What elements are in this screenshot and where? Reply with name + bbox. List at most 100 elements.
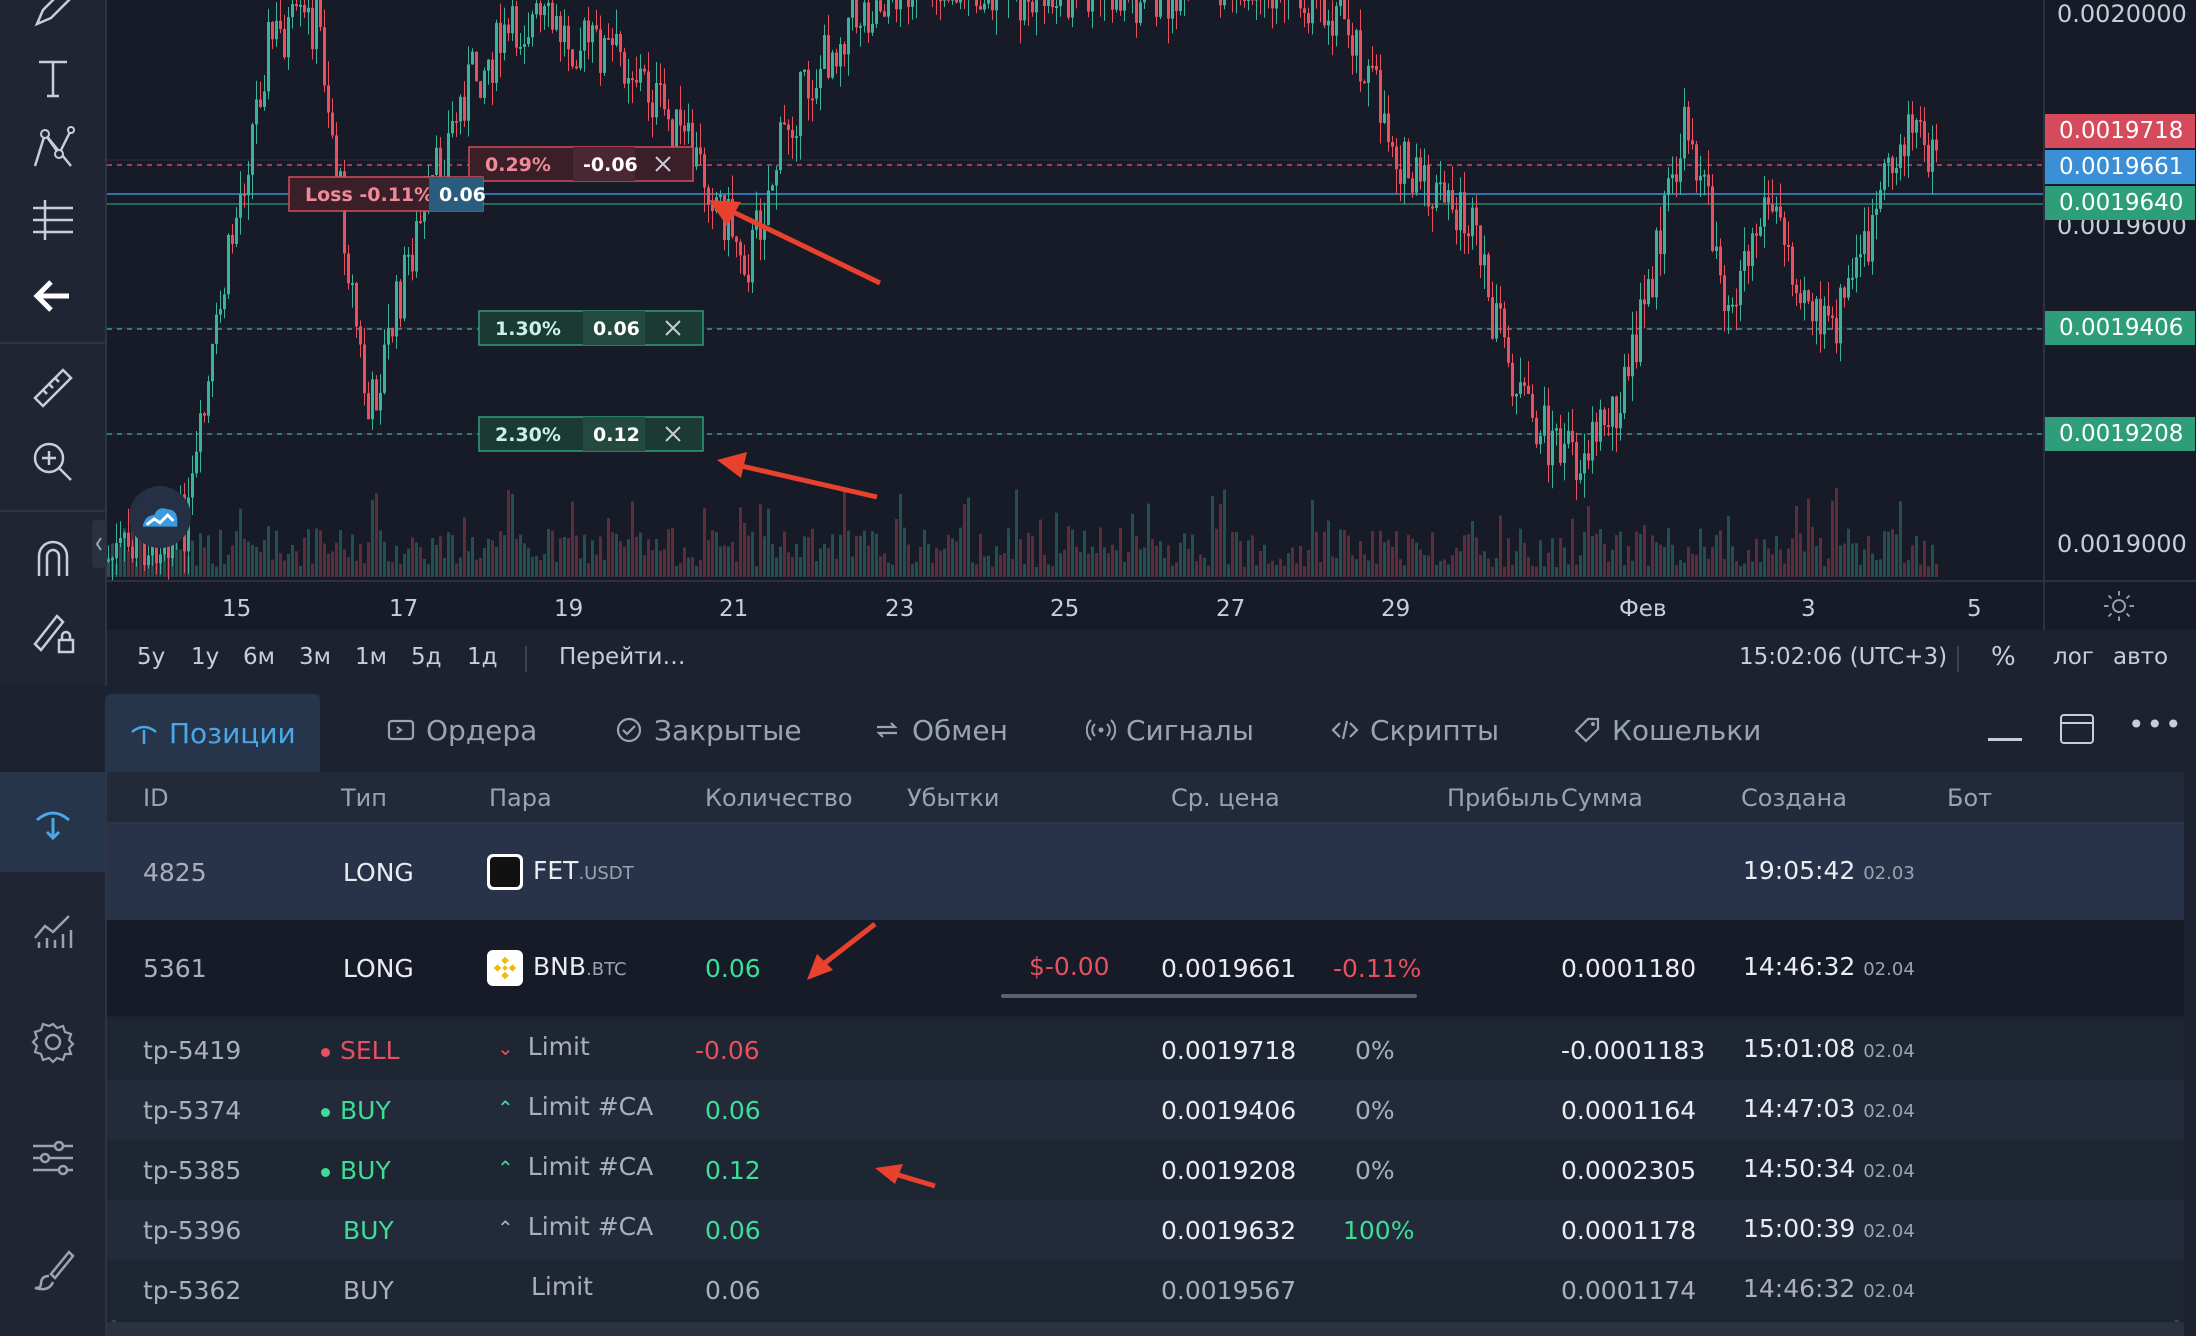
volume-bar bbox=[371, 500, 374, 577]
range-1m[interactable]: 1м bbox=[355, 644, 387, 670]
volume-bar bbox=[1679, 559, 1682, 577]
tab-scripts[interactable]: Скрипты bbox=[1330, 700, 1499, 760]
volume-bar bbox=[935, 547, 938, 577]
time-label: 25 bbox=[1050, 596, 1080, 622]
minimize-icon[interactable] bbox=[1988, 738, 2022, 741]
pen-icon[interactable] bbox=[18, 0, 88, 36]
range-6m[interactable]: 6м bbox=[243, 644, 275, 670]
col-quantity[interactable]: Количество bbox=[705, 784, 853, 812]
tab-exchange[interactable]: Обмен bbox=[872, 700, 1008, 760]
text-tool-icon[interactable] bbox=[18, 50, 88, 106]
range-5y[interactable]: 5y bbox=[137, 644, 165, 670]
candle-body bbox=[871, 23, 874, 33]
candle-body bbox=[1071, 0, 1074, 18]
zoom-in-icon[interactable] bbox=[18, 434, 88, 490]
maximize-icon[interactable] bbox=[2060, 714, 2094, 744]
table-row[interactable]: tp-5374 BUY ⌃ Limit #CA 0.06 0.0019406 0%… bbox=[107, 1080, 2184, 1140]
more-options-icon[interactable]: ••• bbox=[2128, 708, 2184, 741]
long-short-tool-icon[interactable] bbox=[18, 192, 88, 248]
auto-scale-toggle[interactable]: авто bbox=[2113, 644, 2168, 670]
tab-wallets[interactable]: Кошельки bbox=[1572, 700, 1761, 760]
chart-line-icon[interactable] bbox=[0, 878, 105, 978]
volume-bar bbox=[595, 554, 598, 577]
clock-timezone[interactable]: 15:02:06 (UTC+3) bbox=[1739, 644, 1947, 670]
table-row[interactable]: 4825 LONG FET.USDT 19:05:42 02.03 bbox=[107, 824, 2184, 920]
volume-bar bbox=[655, 538, 658, 577]
volume-bar bbox=[603, 559, 606, 577]
pair-quote: .BTC bbox=[586, 959, 627, 980]
price-chart[interactable]: 0.29% -0.06 Loss -0.11% 0.06 1.30% 0.06 2.30% 0… bbox=[107, 0, 2043, 580]
time-axis[interactable]: 15 17 19 21 23 25 27 29 Фев 3 5 bbox=[107, 580, 2043, 632]
candle-body bbox=[835, 52, 838, 67]
brush-icon[interactable] bbox=[0, 1220, 105, 1320]
col-avg-price[interactable]: Ср. цена bbox=[1171, 784, 1280, 812]
positions-nav-icon[interactable] bbox=[0, 772, 105, 872]
volume-bar bbox=[1659, 544, 1662, 577]
col-id[interactable]: ID bbox=[143, 784, 169, 812]
range-1d[interactable]: 1д bbox=[467, 644, 498, 670]
toolbar-collapse-handle[interactable] bbox=[92, 520, 106, 568]
table-row[interactable]: tp-5385 BUY ⌃ Limit #CA 0.12 0.0019208 0%… bbox=[107, 1140, 2184, 1200]
created-time: 15:00:39 bbox=[1743, 1214, 1856, 1243]
lock-drawings-icon[interactable] bbox=[18, 604, 88, 660]
order-label-qty: 0.06 bbox=[593, 318, 640, 340]
volume-bar bbox=[751, 531, 754, 577]
order-quantity: -0.06 bbox=[695, 1036, 760, 1065]
col-created[interactable]: Создана bbox=[1741, 784, 1847, 812]
volume-bar bbox=[1695, 555, 1698, 577]
volume-bar bbox=[323, 543, 326, 577]
sliders-icon[interactable] bbox=[0, 1108, 105, 1208]
candle-body bbox=[831, 52, 834, 78]
ruler-icon[interactable] bbox=[18, 360, 88, 416]
candle-body bbox=[587, 20, 590, 43]
volume-bar bbox=[1571, 518, 1574, 577]
table-row[interactable]: tp-5362 BUY Limit 0.06 0.0019567 0.00011… bbox=[107, 1260, 2184, 1320]
tab-closed[interactable]: Закрытые bbox=[614, 700, 802, 760]
col-loss[interactable]: Убытки bbox=[907, 784, 999, 812]
volume-bar bbox=[311, 563, 314, 577]
volume-bar bbox=[451, 535, 454, 577]
tab-signals[interactable]: Сигналы bbox=[1086, 700, 1254, 760]
volume-bar bbox=[439, 536, 442, 577]
order-sum: 0.0001174 bbox=[1561, 1276, 1697, 1305]
table-row[interactable]: tp-5396 BUY ⌃ Limit #CA 0.06 0.0019632 10… bbox=[107, 1200, 2184, 1260]
volume-bar bbox=[1051, 566, 1054, 577]
horizontal-scrollbar[interactable] bbox=[107, 1322, 2184, 1336]
table-row[interactable]: tp-5419 SELL ⌄ Limit -0.06 0.0019718 0% -… bbox=[107, 1020, 2184, 1080]
gear-icon[interactable] bbox=[2101, 588, 2137, 624]
price-axis[interactable]: 0.0020000 0.0019600 0.0019000 0.0019718 … bbox=[2043, 0, 2196, 580]
col-pair[interactable]: Пара bbox=[489, 784, 552, 812]
volume-bar bbox=[1443, 559, 1446, 577]
col-type[interactable]: Тип bbox=[341, 784, 387, 812]
price-tag-current: 0.0019640 bbox=[2045, 186, 2195, 220]
col-bot[interactable]: Бот bbox=[1947, 784, 1992, 812]
volume-bar bbox=[1411, 538, 1414, 577]
settings-icon[interactable] bbox=[0, 992, 105, 1092]
col-profit[interactable]: Прибыль bbox=[1447, 784, 1559, 812]
volume-bar bbox=[863, 530, 866, 577]
volume-bar bbox=[1347, 535, 1350, 577]
volume-bar bbox=[1195, 561, 1198, 577]
log-scale-toggle[interactable]: лог bbox=[2053, 644, 2094, 670]
range-1y[interactable]: 1y bbox=[191, 644, 219, 670]
pattern-tool-icon[interactable] bbox=[18, 120, 88, 176]
time-label: 23 bbox=[885, 596, 915, 622]
col-sum[interactable]: Сумма bbox=[1561, 784, 1643, 812]
percent-scale-toggle[interactable]: % bbox=[1991, 642, 2016, 672]
volume-bar bbox=[1535, 566, 1538, 577]
table-row[interactable]: 5361 LONG BNB.BTC 0.06 $-0.00 0.0019661 … bbox=[107, 920, 2184, 1016]
position-created: 14:46:32 02.04 bbox=[1743, 952, 1915, 981]
range-3m[interactable]: 3м bbox=[299, 644, 331, 670]
back-arrow-icon[interactable] bbox=[18, 268, 88, 324]
tab-positions[interactable]: Позиции bbox=[105, 694, 320, 772]
candle-body bbox=[1791, 246, 1794, 285]
volume-bar bbox=[1019, 539, 1022, 577]
candle-body bbox=[1659, 230, 1662, 255]
chart-settings-cell[interactable] bbox=[2043, 580, 2196, 632]
order-price: 0.0019567 bbox=[1161, 1276, 1297, 1305]
range-5d[interactable]: 5д bbox=[411, 644, 442, 670]
goto-date-button[interactable]: Перейти… bbox=[559, 644, 686, 670]
time-label: 15 bbox=[222, 596, 252, 622]
magnet-icon[interactable] bbox=[18, 530, 88, 586]
tab-orders[interactable]: Ордера bbox=[386, 700, 537, 760]
